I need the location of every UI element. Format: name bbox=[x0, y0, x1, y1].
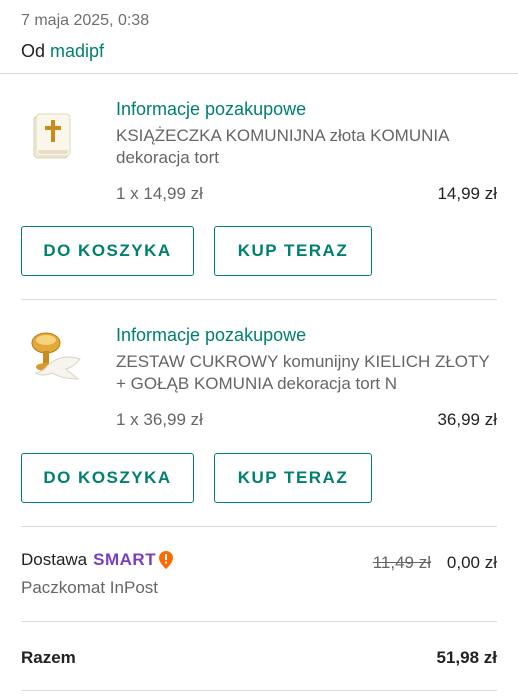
total-value: 51,98 zł bbox=[436, 648, 498, 667]
buy-now-button[interactable]: KUP TERAZ bbox=[214, 453, 372, 503]
item-divider bbox=[21, 299, 497, 300]
total-label: Razem bbox=[21, 648, 76, 667]
seller-name-link[interactable]: madipf bbox=[50, 41, 104, 61]
total-divider bbox=[21, 690, 497, 691]
shipping-old-price: 11,49 zł bbox=[372, 553, 431, 572]
product-thumbnail[interactable] bbox=[22, 106, 82, 166]
add-to-cart-button[interactable]: DO KOSZYKA bbox=[21, 226, 194, 276]
product-title[interactable]: KSIĄŻECZKA KOMUNIJNA złota KOMUNIA dekor… bbox=[116, 125, 496, 169]
item-divider bbox=[21, 526, 497, 527]
item-total-price: 36,99 zł bbox=[437, 410, 497, 429]
quantity-price: 1 x 14,99 zł bbox=[116, 184, 203, 203]
product-title[interactable]: ZESTAW CUKROWY komunijny KIELICH ZŁOTY +… bbox=[116, 351, 496, 395]
shipping-row: Dostawa SMART bbox=[21, 550, 174, 570]
post-purchase-info-link[interactable]: Informacje pozakupowe bbox=[116, 325, 306, 346]
shipping-price: 0,00 zł bbox=[446, 553, 497, 572]
shipping-divider bbox=[21, 621, 497, 622]
header-divider bbox=[0, 73, 518, 74]
prayer-book-icon bbox=[33, 113, 71, 159]
post-purchase-info-link[interactable]: Informacje pozakupowe bbox=[116, 99, 306, 120]
smart-exclamation-icon bbox=[159, 551, 174, 569]
smart-badge: SMART bbox=[93, 550, 174, 570]
seller-line: Od madipf bbox=[21, 41, 104, 62]
product-thumbnail[interactable] bbox=[22, 325, 82, 385]
buy-now-button[interactable]: KUP TERAZ bbox=[214, 226, 372, 276]
smart-badge-text: SMART bbox=[93, 550, 157, 569]
order-date: 7 maja 2025, 0:38 bbox=[21, 12, 150, 29]
seller-prefix: Od bbox=[21, 41, 46, 61]
quantity-price: 1 x 36,99 zł bbox=[116, 410, 203, 429]
shipping-label: Dostawa bbox=[21, 550, 88, 569]
chalice-dove-icon bbox=[31, 332, 81, 380]
add-to-cart-button[interactable]: DO KOSZYKA bbox=[21, 453, 194, 503]
item-total-price: 14,99 zł bbox=[437, 184, 497, 203]
shipping-method: Paczkomat InPost bbox=[21, 578, 159, 597]
